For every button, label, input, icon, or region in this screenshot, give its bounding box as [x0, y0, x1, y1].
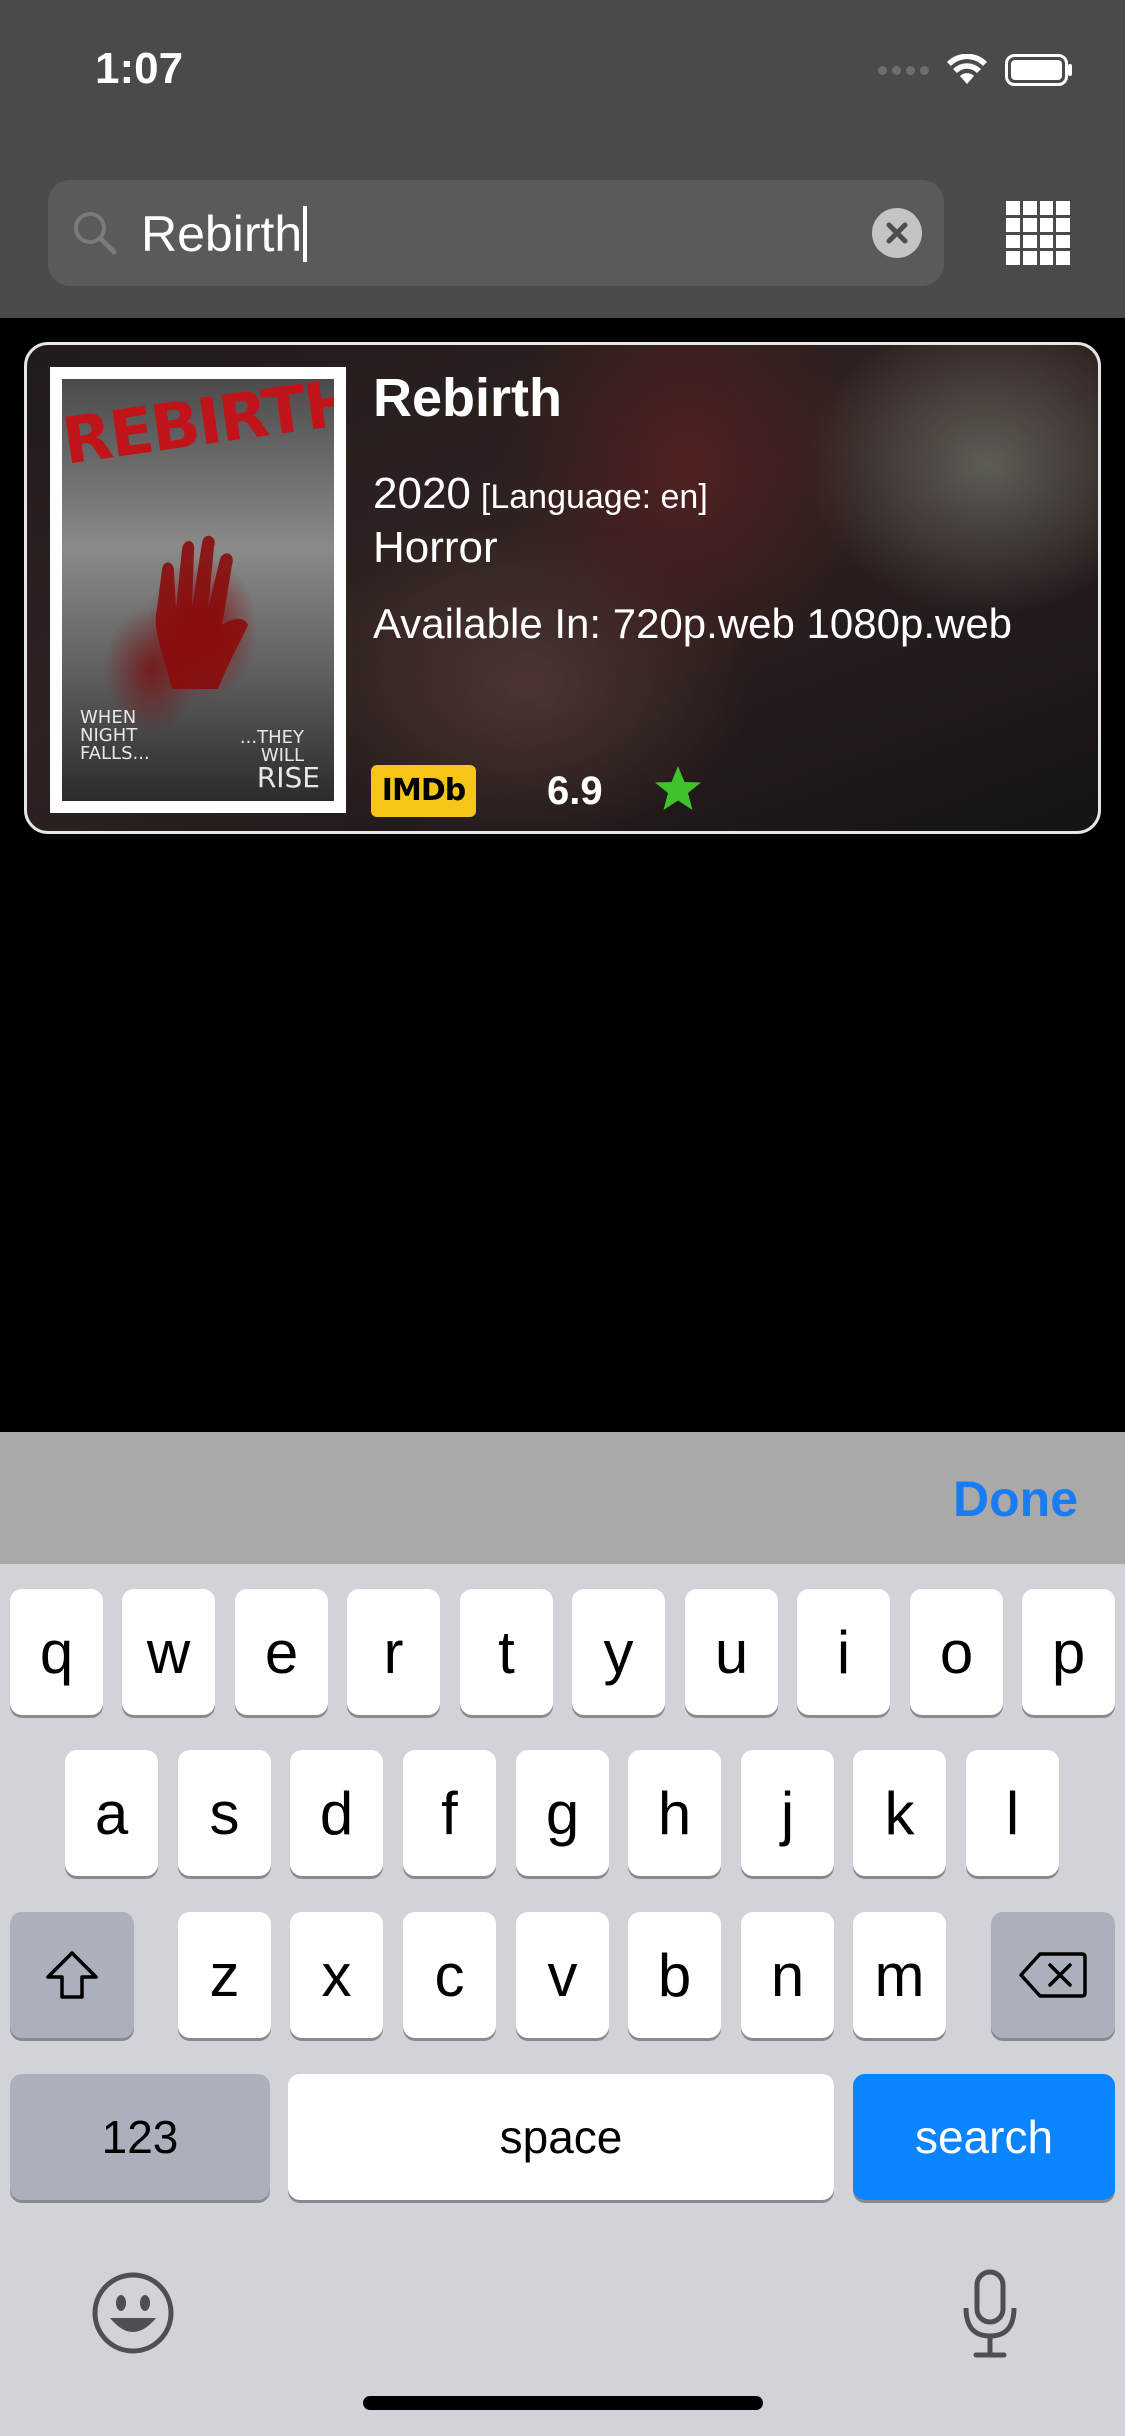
key-a[interactable]: a — [65, 1750, 158, 1876]
keyboard-toolbar: Done — [0, 1432, 1125, 1564]
key-y[interactable]: y — [572, 1589, 665, 1715]
key-x[interactable]: x — [290, 1912, 383, 2038]
close-icon — [886, 222, 908, 244]
movie-availability: Available In: 720p.web 1080p.web — [373, 600, 1013, 647]
done-button[interactable]: Done — [953, 1470, 1078, 1528]
movie-language: [Language: en] — [480, 478, 708, 516]
movie-year-row: 2020 [Language: en] — [373, 469, 708, 519]
movie-poster: REBIRTH WHEN NIGHT FALLS... ...THEY WILL… — [50, 367, 346, 813]
space-key[interactable]: space — [288, 2074, 834, 2200]
key-v[interactable]: v — [516, 1912, 609, 2038]
key-h[interactable]: h — [628, 1750, 721, 1876]
key-j[interactable]: j — [741, 1750, 834, 1876]
key-u[interactable]: u — [685, 1589, 778, 1715]
clear-search-button[interactable] — [872, 208, 922, 258]
nav-header: 1:07 Rebirth — [0, 0, 1125, 318]
key-n[interactable]: n — [741, 1912, 834, 2038]
key-k[interactable]: k — [853, 1750, 946, 1876]
bloody-hand-icon — [155, 535, 248, 689]
key-s[interactable]: s — [178, 1750, 271, 1876]
key-c[interactable]: c — [403, 1912, 496, 2038]
movie-title: Rebirth — [373, 368, 562, 428]
key-o[interactable]: o — [910, 1589, 1003, 1715]
cellular-signal-icon — [878, 65, 929, 75]
emoji-icon[interactable] — [90, 2270, 176, 2356]
search-field[interactable]: Rebirth — [48, 180, 944, 286]
search-key[interactable]: search — [853, 2074, 1115, 2200]
imdb-rating: 6.9 — [547, 769, 603, 813]
key-w[interactable]: w — [122, 1589, 215, 1715]
key-t[interactable]: t — [460, 1589, 553, 1715]
search-input[interactable]: Rebirth — [141, 206, 308, 262]
battery-icon — [1005, 54, 1072, 86]
wifi-icon — [947, 54, 987, 84]
poster-tagline-1: WHEN NIGHT FALLS... — [80, 707, 150, 764]
status-time: 1:07 — [95, 44, 184, 93]
poster-tagline-2: ...THEY WILL — [239, 727, 304, 766]
key-b[interactable]: b — [628, 1912, 721, 2038]
poster-artwork: REBIRTH WHEN NIGHT FALLS... ...THEY WILL… — [62, 379, 334, 801]
search-icon — [74, 212, 117, 255]
movie-year: 2020 — [373, 469, 471, 518]
key-q[interactable]: q — [10, 1589, 103, 1715]
key-p[interactable]: p — [1022, 1589, 1115, 1715]
search-input-value: Rebirth — [141, 206, 303, 262]
status-icons — [878, 50, 1073, 90]
home-indicator[interactable] — [363, 2396, 763, 2410]
poster-tagline-3: RISE — [256, 761, 320, 794]
numbers-key[interactable]: 123 — [10, 2074, 270, 2200]
star-icon — [655, 766, 701, 810]
movie-result-card[interactable]: REBIRTH WHEN NIGHT FALLS... ...THEY WILL… — [24, 342, 1101, 834]
key-g[interactable]: g — [516, 1750, 609, 1876]
imdb-logo: IMDb — [371, 765, 476, 817]
movie-genre: Horror — [373, 523, 498, 572]
key-i[interactable]: i — [797, 1589, 890, 1715]
key-r[interactable]: r — [347, 1589, 440, 1715]
grid-view-button[interactable] — [1006, 201, 1070, 265]
key-z[interactable]: z — [178, 1912, 271, 2038]
backspace-icon — [1019, 1952, 1087, 1998]
poster-title: REBIRTH — [62, 379, 334, 480]
shift-key[interactable] — [10, 1912, 134, 2038]
delete-key[interactable] — [991, 1912, 1115, 2038]
key-f[interactable]: f — [403, 1750, 496, 1876]
key-l[interactable]: l — [966, 1750, 1059, 1876]
text-caret — [303, 206, 308, 262]
key-e[interactable]: e — [235, 1589, 328, 1715]
microphone-icon[interactable] — [960, 2268, 1020, 2360]
key-d[interactable]: d — [290, 1750, 383, 1876]
key-m[interactable]: m — [853, 1912, 946, 2038]
shift-icon — [46, 1951, 98, 1999]
